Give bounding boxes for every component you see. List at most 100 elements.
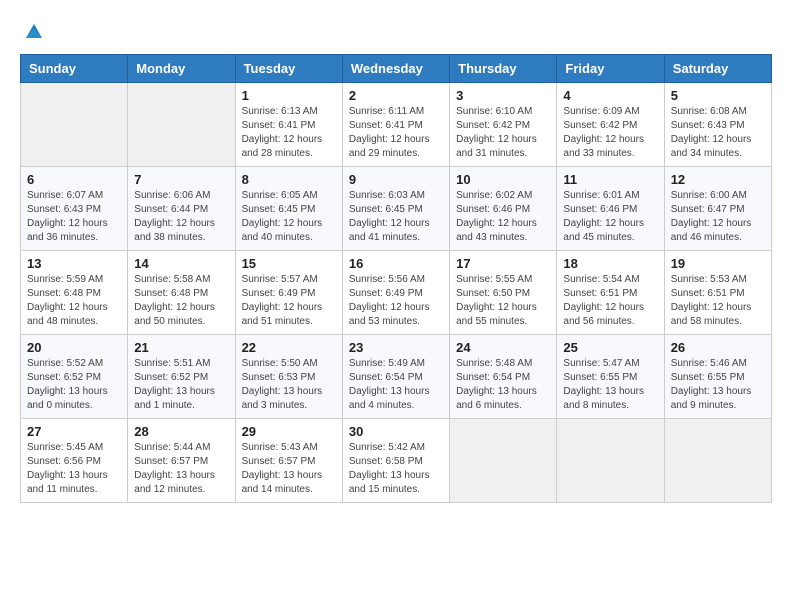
- calendar-cell: 7 Sunrise: 6:06 AM Sunset: 6:44 PM Daylig…: [128, 167, 235, 251]
- weekday-header-saturday: Saturday: [664, 55, 771, 83]
- day-number: 25: [563, 340, 657, 355]
- day-info: Sunrise: 6:09 AM Sunset: 6:42 PM Dayligh…: [563, 105, 657, 161]
- calendar-cell: 6Sunrise: 6:07 AM Sunset: 6:43 PM Daylig…: [21, 167, 128, 251]
- day-number: 2: [349, 88, 443, 103]
- weekday-header-row: SundayMondayTuesdayWednesdayThursdayFrid…: [21, 55, 772, 83]
- calendar-cell: 21 Sunrise: 5:51 AM Sunset: 6:52 PM Dayli…: [128, 335, 235, 419]
- calendar-cell: [128, 83, 235, 167]
- day-info: Sunrise: 5:58 AM Sunset: 6:48 PM Dayligh…: [134, 273, 228, 329]
- calendar-cell: 28 Sunrise: 5:44 AM Sunset: 6:57 PM Dayli…: [128, 419, 235, 503]
- calendar-cell: 15 Sunrise: 5:57 AM Sunset: 6:49 PM Dayli…: [235, 251, 342, 335]
- day-number: 21: [134, 340, 228, 355]
- day-info: Sunrise: 6:05 AM Sunset: 6:45 PM Dayligh…: [242, 189, 336, 245]
- day-number: 9: [349, 172, 443, 187]
- calendar-cell: 29 Sunrise: 5:43 AM Sunset: 6:57 PM Dayli…: [235, 419, 342, 503]
- calendar-cell: [557, 419, 664, 503]
- weekday-header-thursday: Thursday: [450, 55, 557, 83]
- calendar-cell: [450, 419, 557, 503]
- day-info: Sunrise: 6:10 AM Sunset: 6:42 PM Dayligh…: [456, 105, 550, 161]
- day-info: Sunrise: 6:07 AM Sunset: 6:43 PM Dayligh…: [27, 189, 121, 245]
- day-number: 24: [456, 340, 550, 355]
- logo-icon: [22, 20, 46, 44]
- calendar-cell: 26 Sunrise: 5:46 AM Sunset: 6:55 PM Dayli…: [664, 335, 771, 419]
- day-number: 16: [349, 256, 443, 271]
- weekday-header-tuesday: Tuesday: [235, 55, 342, 83]
- calendar-table: SundayMondayTuesdayWednesdayThursdayFrid…: [20, 54, 772, 503]
- day-number: 27: [27, 424, 121, 439]
- day-number: 13: [27, 256, 121, 271]
- calendar-cell: 10 Sunrise: 6:02 AM Sunset: 6:46 PM Dayli…: [450, 167, 557, 251]
- day-info: Sunrise: 6:01 AM Sunset: 6:46 PM Dayligh…: [563, 189, 657, 245]
- calendar-cell: 23 Sunrise: 5:49 AM Sunset: 6:54 PM Dayli…: [342, 335, 449, 419]
- calendar-cell: 16 Sunrise: 5:56 AM Sunset: 6:49 PM Dayli…: [342, 251, 449, 335]
- calendar-cell: 9Sunrise: 6:03 AM Sunset: 6:45 PM Daylig…: [342, 167, 449, 251]
- day-number: 19: [671, 256, 765, 271]
- calendar-cell: 14 Sunrise: 5:58 AM Sunset: 6:48 PM Dayli…: [128, 251, 235, 335]
- calendar-cell: 3 Sunrise: 6:10 AM Sunset: 6:42 PM Daylig…: [450, 83, 557, 167]
- day-number: 29: [242, 424, 336, 439]
- weekday-header-sunday: Sunday: [21, 55, 128, 83]
- day-info: Sunrise: 6:13 AM Sunset: 6:41 PM Dayligh…: [242, 105, 336, 161]
- calendar-cell: 30Sunrise: 5:42 AM Sunset: 6:58 PM Dayli…: [342, 419, 449, 503]
- calendar-cell: 5 Sunrise: 6:08 AM Sunset: 6:43 PM Daylig…: [664, 83, 771, 167]
- day-info: Sunrise: 5:50 AM Sunset: 6:53 PM Dayligh…: [242, 357, 336, 413]
- calendar-cell: 17Sunrise: 5:55 AM Sunset: 6:50 PM Dayli…: [450, 251, 557, 335]
- week-row-5: 27 Sunrise: 5:45 AM Sunset: 6:56 PM Dayli…: [21, 419, 772, 503]
- day-info: Sunrise: 6:02 AM Sunset: 6:46 PM Dayligh…: [456, 189, 550, 245]
- day-info: Sunrise: 5:43 AM Sunset: 6:57 PM Dayligh…: [242, 441, 336, 497]
- day-number: 28: [134, 424, 228, 439]
- day-number: 14: [134, 256, 228, 271]
- calendar-cell: 11 Sunrise: 6:01 AM Sunset: 6:46 PM Dayli…: [557, 167, 664, 251]
- day-info: Sunrise: 5:56 AM Sunset: 6:49 PM Dayligh…: [349, 273, 443, 329]
- day-number: 10: [456, 172, 550, 187]
- day-number: 4: [563, 88, 657, 103]
- calendar-cell: 4 Sunrise: 6:09 AM Sunset: 6:42 PM Daylig…: [557, 83, 664, 167]
- day-info: Sunrise: 5:52 AM Sunset: 6:52 PM Dayligh…: [27, 357, 121, 413]
- day-info: Sunrise: 6:11 AM Sunset: 6:41 PM Dayligh…: [349, 105, 443, 161]
- week-row-4: 20Sunrise: 5:52 AM Sunset: 6:52 PM Dayli…: [21, 335, 772, 419]
- day-number: 17: [456, 256, 550, 271]
- week-row-2: 6Sunrise: 6:07 AM Sunset: 6:43 PM Daylig…: [21, 167, 772, 251]
- day-info: Sunrise: 5:44 AM Sunset: 6:57 PM Dayligh…: [134, 441, 228, 497]
- logo: [20, 20, 46, 44]
- day-number: 18: [563, 256, 657, 271]
- day-number: 1: [242, 88, 336, 103]
- day-number: 23: [349, 340, 443, 355]
- day-number: 5: [671, 88, 765, 103]
- day-info: Sunrise: 6:00 AM Sunset: 6:47 PM Dayligh…: [671, 189, 765, 245]
- week-row-1: 1 Sunrise: 6:13 AM Sunset: 6:41 PM Daylig…: [21, 83, 772, 167]
- calendar-cell: 24Sunrise: 5:48 AM Sunset: 6:54 PM Dayli…: [450, 335, 557, 419]
- calendar-cell: 13 Sunrise: 5:59 AM Sunset: 6:48 PM Dayli…: [21, 251, 128, 335]
- day-info: Sunrise: 5:51 AM Sunset: 6:52 PM Dayligh…: [134, 357, 228, 413]
- weekday-header-monday: Monday: [128, 55, 235, 83]
- day-number: 26: [671, 340, 765, 355]
- day-number: 15: [242, 256, 336, 271]
- day-number: 11: [563, 172, 657, 187]
- day-info: Sunrise: 5:59 AM Sunset: 6:48 PM Dayligh…: [27, 273, 121, 329]
- day-number: 3: [456, 88, 550, 103]
- calendar-cell: 18 Sunrise: 5:54 AM Sunset: 6:51 PM Dayli…: [557, 251, 664, 335]
- day-info: Sunrise: 5:45 AM Sunset: 6:56 PM Dayligh…: [27, 441, 121, 497]
- weekday-header-wednesday: Wednesday: [342, 55, 449, 83]
- day-info: Sunrise: 5:54 AM Sunset: 6:51 PM Dayligh…: [563, 273, 657, 329]
- day-info: Sunrise: 5:57 AM Sunset: 6:49 PM Dayligh…: [242, 273, 336, 329]
- calendar-cell: 2 Sunrise: 6:11 AM Sunset: 6:41 PM Daylig…: [342, 83, 449, 167]
- calendar-cell: 25 Sunrise: 5:47 AM Sunset: 6:55 PM Dayli…: [557, 335, 664, 419]
- day-info: Sunrise: 6:06 AM Sunset: 6:44 PM Dayligh…: [134, 189, 228, 245]
- day-info: Sunrise: 5:47 AM Sunset: 6:55 PM Dayligh…: [563, 357, 657, 413]
- calendar-cell: 1 Sunrise: 6:13 AM Sunset: 6:41 PM Daylig…: [235, 83, 342, 167]
- calendar-cell: 12Sunrise: 6:00 AM Sunset: 6:47 PM Dayli…: [664, 167, 771, 251]
- day-number: 7: [134, 172, 228, 187]
- day-info: Sunrise: 5:46 AM Sunset: 6:55 PM Dayligh…: [671, 357, 765, 413]
- calendar-cell: 27 Sunrise: 5:45 AM Sunset: 6:56 PM Dayli…: [21, 419, 128, 503]
- day-info: Sunrise: 5:42 AM Sunset: 6:58 PM Dayligh…: [349, 441, 443, 497]
- day-info: Sunrise: 6:08 AM Sunset: 6:43 PM Dayligh…: [671, 105, 765, 161]
- week-row-3: 13 Sunrise: 5:59 AM Sunset: 6:48 PM Dayli…: [21, 251, 772, 335]
- calendar-cell: [21, 83, 128, 167]
- day-info: Sunrise: 5:49 AM Sunset: 6:54 PM Dayligh…: [349, 357, 443, 413]
- day-number: 8: [242, 172, 336, 187]
- page-header: [20, 20, 772, 44]
- calendar-cell: 8 Sunrise: 6:05 AM Sunset: 6:45 PM Daylig…: [235, 167, 342, 251]
- calendar-cell: [664, 419, 771, 503]
- calendar-cell: 20Sunrise: 5:52 AM Sunset: 6:52 PM Dayli…: [21, 335, 128, 419]
